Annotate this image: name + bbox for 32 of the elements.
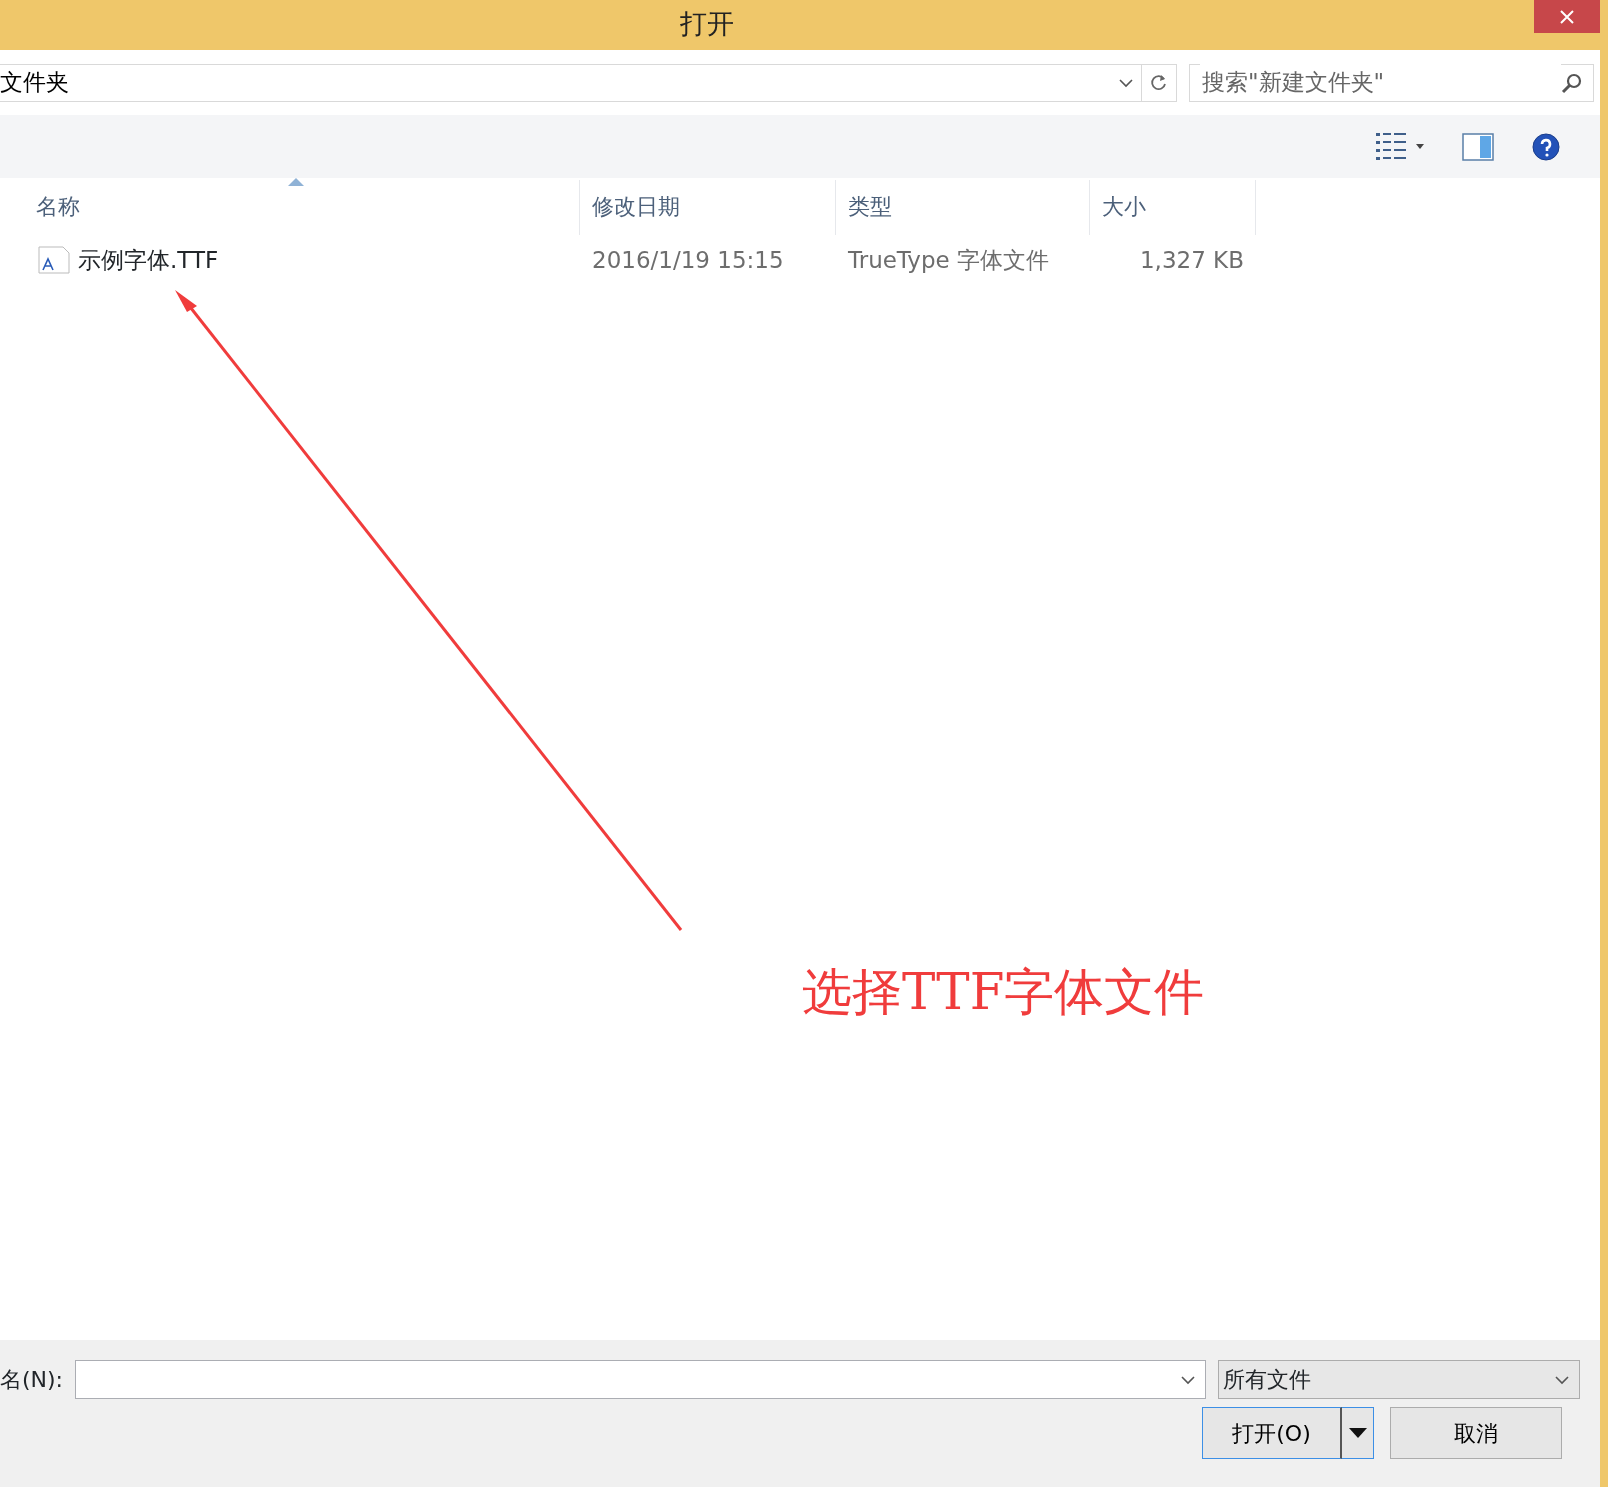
open-button[interactable]: 打开(O) (1202, 1407, 1342, 1459)
search-box[interactable]: 搜索"新建文件夹" (1189, 63, 1594, 102)
address-field[interactable]: 文件夹 (0, 65, 1111, 100)
view-list-icon[interactable] (1376, 131, 1408, 162)
help-icon[interactable] (1532, 132, 1560, 161)
file-type-dropdown[interactable]: 所有文件 (1218, 1360, 1581, 1399)
window-title: 打开 (679, 7, 735, 41)
file-name[interactable]: 示例字体.TTF (78, 242, 219, 278)
annotation-text: 选择TTF字体文件 (802, 962, 1205, 1023)
close-icon (1559, 8, 1575, 25)
column-header[interactable]: 大小 (1090, 180, 1256, 235)
dropdown-arrow-icon (1348, 1428, 1367, 1438)
dropdown-arrow-icon[interactable] (1416, 144, 1424, 149)
file-date: 2016/1/19 15:15 (591, 245, 785, 275)
chevron-down-icon[interactable] (1119, 77, 1133, 88)
column-header[interactable]: 名称 (0, 180, 580, 235)
preview-pane-icon[interactable] (1462, 132, 1494, 161)
file-type: TrueType 字体文件 (847, 245, 1050, 275)
column-header[interactable]: 类型 (836, 180, 1090, 235)
cancel-button[interactable]: 取消 (1390, 1407, 1562, 1459)
refresh-icon[interactable] (1150, 73, 1168, 92)
search-icon[interactable] (1561, 71, 1583, 94)
close-button[interactable] (1534, 0, 1600, 33)
file-size: 1,327 KB (1138, 245, 1245, 275)
font-file-icon (38, 246, 70, 274)
chevron-down-icon (1555, 1374, 1570, 1385)
dropdown-button[interactable] (1342, 1407, 1374, 1459)
column-header[interactable]: 修改日期 (580, 180, 836, 235)
chevron-down-icon[interactable] (1181, 1374, 1196, 1385)
filename-field[interactable] (75, 1360, 1207, 1399)
address-bar[interactable]: 文件夹 (0, 63, 1177, 102)
filename-label: 名(N): (0, 1366, 64, 1394)
